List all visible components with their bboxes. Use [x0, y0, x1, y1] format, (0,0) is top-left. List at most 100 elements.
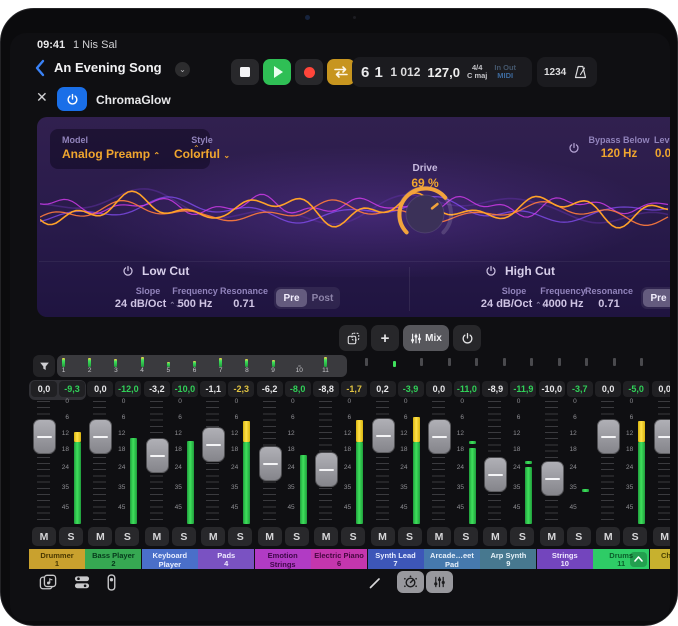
metronome-icon[interactable] [574, 65, 587, 79]
song-title[interactable]: An Evening Song [54, 60, 162, 75]
lowcut-power-icon[interactable] [122, 265, 134, 277]
style-dropdown[interactable]: Colorful ⌄ [158, 147, 246, 161]
fader-handle[interactable] [315, 452, 338, 487]
solo-button[interactable]: S [228, 527, 252, 546]
solo-button[interactable]: S [172, 527, 196, 546]
drive-knob[interactable] [395, 184, 455, 244]
plugin-power-button[interactable] [57, 87, 87, 111]
lowcut-pre-button[interactable]: Pre [276, 289, 307, 307]
track-label[interactable]: Drums 11 [593, 549, 649, 569]
channel-strip: -10,0 -3,7 061218243545 M S Strings 10 [537, 380, 594, 569]
level-value[interactable]: 0.0 [655, 148, 670, 160]
mute-button[interactable]: M [258, 527, 282, 546]
highcut-power-icon[interactable] [485, 265, 497, 277]
solo-button[interactable]: S [510, 527, 534, 546]
highcut-pre-button[interactable]: Pre [643, 289, 670, 307]
fader-handle[interactable] [202, 427, 225, 462]
mute-button[interactable]: M [596, 527, 620, 546]
mute-button[interactable]: M [371, 527, 395, 546]
volume-value[interactable]: -8,9 [482, 381, 508, 397]
track-label[interactable]: Synth Lead 7 [368, 549, 424, 569]
cycle-button[interactable] [327, 59, 355, 85]
solo-button[interactable]: S [623, 527, 647, 546]
mute-button[interactable]: M [540, 527, 564, 546]
lowcut-post-button[interactable]: Post [307, 289, 338, 307]
volume-value[interactable]: 0,2 [370, 381, 396, 397]
lcd-display[interactable]: 6 1 1 012 127,0 4/4C maj In OutMIDI [352, 57, 532, 87]
mute-button[interactable]: M [314, 527, 338, 546]
fader-handle[interactable] [372, 418, 395, 453]
track-label[interactable]: Arcade…eet Pad 8 [424, 549, 480, 569]
track-label[interactable]: Pads 4 [198, 549, 254, 569]
fader-handle[interactable] [33, 419, 56, 454]
fader-handle[interactable] [597, 419, 620, 454]
track-number: 8 [424, 569, 480, 570]
mute-button[interactable]: M [427, 527, 451, 546]
track-label[interactable]: Emotion Strings 5 [255, 549, 311, 569]
collapse-chevron-button[interactable] [630, 552, 647, 567]
solo-button[interactable]: S [454, 527, 478, 546]
volume-value[interactable]: 0,0 [426, 381, 452, 397]
solo-button[interactable]: S [398, 527, 422, 546]
highcut-resonance-value[interactable]: 0.71 [579, 298, 639, 310]
fader-handle[interactable] [484, 457, 507, 492]
solo-button[interactable]: S [567, 527, 591, 546]
mute-button[interactable]: M [32, 527, 56, 546]
record-button[interactable] [295, 59, 323, 85]
solo-button[interactable]: S [115, 527, 139, 546]
play-button[interactable] [263, 59, 291, 85]
fader-handle[interactable] [654, 419, 670, 454]
volume-value[interactable]: -1,1 [200, 381, 226, 397]
track-label[interactable]: Chorus V 12 [650, 549, 670, 569]
track-label[interactable]: Strings 10 [537, 549, 593, 569]
smart-controls-button[interactable] [397, 571, 424, 593]
mute-button[interactable]: M [88, 527, 112, 546]
volume-value[interactable]: -8,8 [313, 381, 339, 397]
close-icon[interactable]: ✕ [36, 89, 48, 106]
mixer-view-button[interactable] [426, 571, 453, 593]
track-label[interactable]: Bass Player 2 [85, 549, 141, 569]
mute-button[interactable]: M [201, 527, 225, 546]
track-label[interactable]: Drummer 1 [29, 549, 85, 569]
loop-browser-icon[interactable] [39, 574, 57, 591]
fader-handle[interactable] [259, 446, 282, 481]
back-icon[interactable] [34, 59, 46, 77]
lowcut-resonance-value[interactable]: 0.71 [214, 298, 274, 310]
mix-button[interactable]: Mix [403, 325, 449, 351]
volume-value[interactable]: 0,0 [652, 381, 670, 397]
song-menu-chevron[interactable]: ⌄ [175, 62, 190, 77]
volume-value[interactable]: -6,2 [257, 381, 283, 397]
mute-button[interactable]: M [483, 527, 507, 546]
mute-button[interactable]: M [145, 527, 169, 546]
fader-handle[interactable] [89, 419, 112, 454]
plugins-icon[interactable] [74, 575, 90, 590]
solo-button[interactable]: S [59, 527, 83, 546]
volume-value[interactable]: -3,2 [144, 381, 170, 397]
filter-button[interactable] [33, 355, 55, 377]
fader-handle-line [376, 435, 391, 437]
volume-value[interactable]: 0,0 [87, 381, 113, 397]
volume-value[interactable]: 0,0 [595, 381, 621, 397]
copy-regions-button[interactable] [339, 325, 367, 351]
bypass-power-icon[interactable] [568, 142, 580, 154]
solo-button[interactable]: S [341, 527, 365, 546]
track-navigator[interactable]: 1234567891011 [33, 355, 665, 377]
navigator-viewport[interactable]: 1234567891011 [57, 355, 347, 377]
add-track-button[interactable]: + [371, 325, 399, 351]
solo-button[interactable]: S [285, 527, 309, 546]
stop-button[interactable] [231, 59, 259, 85]
mixer-power-button[interactable] [453, 325, 481, 351]
fader-handle[interactable] [541, 461, 564, 496]
track-label[interactable]: Arp Synth 9 [480, 549, 536, 569]
track-label[interactable]: Keyboard Player 3 [142, 549, 198, 569]
fader-handle[interactable] [428, 419, 451, 454]
count-in-button[interactable]: 1234 [544, 67, 566, 78]
fader-handle[interactable] [146, 438, 169, 473]
volume-value[interactable]: -10,0 [539, 381, 565, 397]
bypass-value[interactable]: 120 Hz [588, 148, 650, 160]
pencil-icon[interactable] [368, 576, 382, 590]
volume-value[interactable]: 0,0 [31, 381, 57, 397]
track-label[interactable]: Electric Piano 6 [311, 549, 367, 569]
mute-button[interactable]: M [653, 527, 670, 546]
fader-control-icon[interactable] [105, 574, 118, 591]
